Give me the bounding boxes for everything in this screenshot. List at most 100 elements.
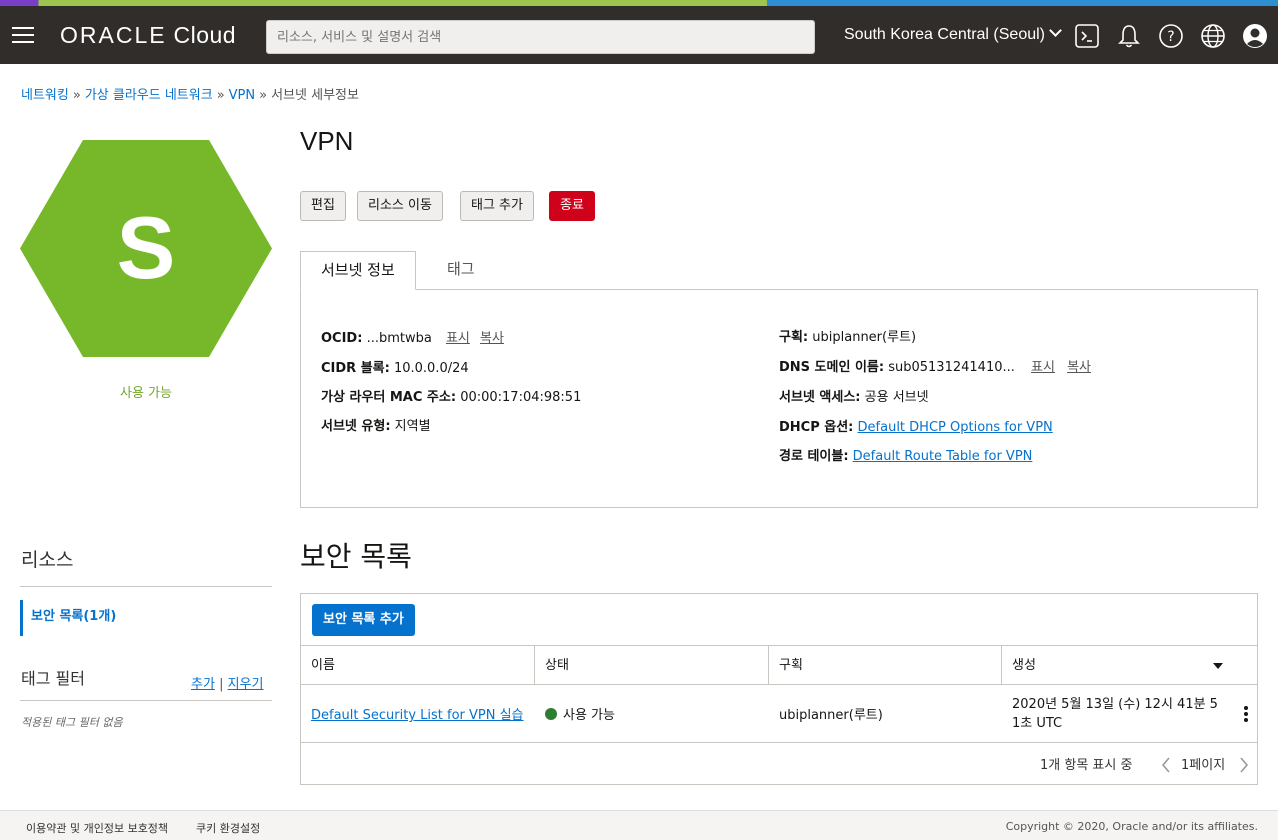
dns-copy-link[interactable]: 복사 [1067, 360, 1091, 375]
no-tag-filters-text: 적용된 태그 필터 없음 [21, 716, 123, 729]
security-list-compartment: ubiplanner(루트) [779, 708, 883, 723]
copyright-text: Copyright © 2020, Oracle and/or its affi… [1005, 820, 1258, 833]
page-indicator: 1페이지 [1181, 758, 1226, 773]
mac-row: 가상 라우터 MAC 주소: 00:00:17:04:98:51 [321, 386, 581, 405]
subnet-type-value: 지역별 [394, 419, 431, 434]
cidr-label: CIDR 블록: [321, 361, 390, 376]
help-icon[interactable]: ? [1158, 23, 1184, 49]
sidebar-item-security-lists[interactable]: 보안 목록(1개) [20, 600, 272, 636]
compartment-label: 구획: [779, 330, 809, 345]
table-row: Default Security List for VPN 실습 사용 가능 u… [301, 685, 1257, 743]
subnet-access-row: 서브넷 액세스: 공용 서브넷 [779, 386, 929, 405]
user-profile-icon[interactable] [1242, 23, 1268, 49]
security-list-name-link[interactable]: Default Security List for VPN 실습 [311, 704, 524, 723]
breadcrumb-separator: » [259, 88, 268, 103]
cidr-value: 10.0.0.0/24 [393, 361, 469, 376]
breadcrumb-vcn[interactable]: 가상 클라우드 네트워크 [85, 88, 213, 103]
cloud-shell-icon[interactable] [1074, 23, 1100, 49]
table-header: 이름 상태 구획 생성 [301, 645, 1257, 685]
search-input[interactable] [266, 20, 815, 54]
tab-subnet-info[interactable]: 서브넷 정보 [300, 251, 416, 290]
hexagon-letter: S [117, 198, 176, 297]
svg-text:?: ? [1167, 29, 1174, 45]
tag-filter-separator: | [219, 677, 224, 692]
dhcp-options-link[interactable]: Default DHCP Options for VPN [858, 420, 1053, 435]
tag-filter-add-link[interactable]: 추가 [191, 677, 215, 692]
terms-privacy-link[interactable]: 이용약관 및 개인정보 보호정책 [26, 820, 168, 836]
breadcrumb-separator: » [72, 88, 81, 103]
tag-filter-actions: 추가 | 지우기 [191, 673, 263, 692]
security-lists-table: 보안 목록 추가 이름 상태 구획 생성 Default Security Li… [300, 593, 1258, 785]
route-table-row: 경로 테이블: Default Route Table for VPN [779, 445, 1032, 464]
ocid-value: ...bmtwba [366, 331, 432, 346]
status-dot-icon [545, 708, 557, 720]
divider [20, 700, 272, 701]
add-tags-button[interactable]: 태그 추가 [460, 191, 534, 221]
chevron-down-icon [1049, 24, 1062, 37]
ocid-show-link[interactable]: 표시 [446, 331, 470, 346]
previous-page-icon[interactable] [1161, 757, 1171, 773]
terminate-button[interactable]: 종료 [549, 191, 595, 221]
route-table-link[interactable]: Default Route Table for VPN [853, 449, 1033, 464]
tag-filter-heading: 태그 필터 [21, 669, 85, 688]
column-header-status[interactable]: 상태 [535, 646, 769, 685]
add-security-list-button[interactable]: 보안 목록 추가 [312, 604, 415, 636]
compartment-row: 구획: ubiplanner(루트) [779, 326, 916, 345]
breadcrumb-networking[interactable]: 네트워킹 [21, 88, 69, 103]
column-header-compartment[interactable]: 구획 [769, 646, 1002, 685]
dns-value: sub05131241410... [888, 360, 1015, 375]
dhcp-row: DHCP 옵션: Default DHCP Options for VPN [779, 416, 1053, 435]
breadcrumb-separator: » [216, 88, 225, 103]
tag-filter-clear-link[interactable]: 지우기 [228, 677, 264, 692]
region-label: South Korea Central (Seoul) [844, 26, 1045, 43]
ocid-copy-link[interactable]: 복사 [480, 331, 504, 346]
dns-show-link[interactable]: 표시 [1031, 360, 1055, 375]
cookie-preferences-link[interactable]: 쿠키 환경설정 [196, 820, 260, 836]
breadcrumb-vpn[interactable]: VPN [229, 88, 255, 103]
security-list-status: 사용 가능 [545, 704, 615, 723]
security-list-created: 2020년 5월 13일 (수) 12시 41분 5 1초 UTC [1012, 695, 1227, 733]
mac-value: 00:00:17:04:98:51 [460, 390, 582, 405]
route-table-label: 경로 테이블: [779, 449, 849, 464]
security-lists-heading: 보안 목록 [300, 540, 412, 573]
next-page-icon[interactable] [1239, 757, 1249, 773]
mac-label: 가상 라우터 MAC 주소: [321, 390, 457, 405]
subnet-type-label: 서브넷 유형: [321, 419, 391, 434]
column-header-created-label: 생성 [1012, 658, 1036, 673]
page-title: VPN [300, 126, 354, 156]
globe-icon[interactable] [1200, 23, 1226, 49]
subnet-type-row: 서브넷 유형: 지역별 [321, 415, 431, 434]
top-navigation-bar: ORACLE Cloud South Korea Central (Seoul)… [0, 6, 1278, 64]
tab-tags[interactable]: 태그 [427, 251, 495, 290]
resource-status: 사용 가능 [120, 386, 172, 401]
region-selector[interactable]: South Korea Central (Seoul) [844, 24, 1062, 44]
subnet-access-label: 서브넷 액세스: [779, 390, 861, 405]
dhcp-label: DHCP 옵션: [779, 420, 854, 435]
column-header-name[interactable]: 이름 [301, 646, 535, 685]
compartment-value: ubiplanner(루트) [812, 330, 917, 345]
subnet-access-value: 공용 서브넷 [864, 390, 929, 405]
column-header-created[interactable]: 생성 [1002, 646, 1257, 685]
resources-heading: 리소스 [21, 549, 74, 571]
dns-label: DNS 도메인 이름: [779, 360, 885, 375]
ocid-label: OCID: [321, 331, 363, 346]
more-actions-icon[interactable] [1243, 705, 1249, 723]
item-count-text: 1개 항목 표시 중 [1040, 758, 1133, 773]
footer: 이용약관 및 개인정보 보호정책 쿠키 환경설정 Copyright © 202… [0, 810, 1278, 840]
created-line-2: 1초 UTC [1012, 716, 1063, 731]
oracle-cloud-logo[interactable]: ORACLE Cloud [60, 22, 236, 49]
bell-icon[interactable] [1116, 23, 1142, 49]
subnet-info-panel: OCID: ...bmtwba 표시 복사 CIDR 블록: 10.0.0.0/… [300, 289, 1258, 508]
breadcrumb-current: 서브넷 세부정보 [271, 88, 359, 103]
sort-descending-icon[interactable] [1212, 662, 1224, 670]
divider [20, 586, 272, 587]
dns-row: DNS 도메인 이름: sub05131241410... 표시 복사 [779, 356, 1091, 375]
menu-icon[interactable] [12, 27, 34, 43]
move-resource-button[interactable]: 리소스 이동 [357, 191, 443, 221]
breadcrumb: 네트워킹» 가상 클라우드 네트워크» VPN» 서브넷 세부정보 [21, 84, 359, 103]
cidr-row: CIDR 블록: 10.0.0.0/24 [321, 357, 469, 376]
ocid-row: OCID: ...bmtwba 표시 복사 [321, 327, 504, 346]
security-list-status-label: 사용 가능 [563, 708, 615, 723]
subnet-hexagon-icon: S [20, 140, 272, 357]
edit-button[interactable]: 편집 [300, 191, 346, 221]
